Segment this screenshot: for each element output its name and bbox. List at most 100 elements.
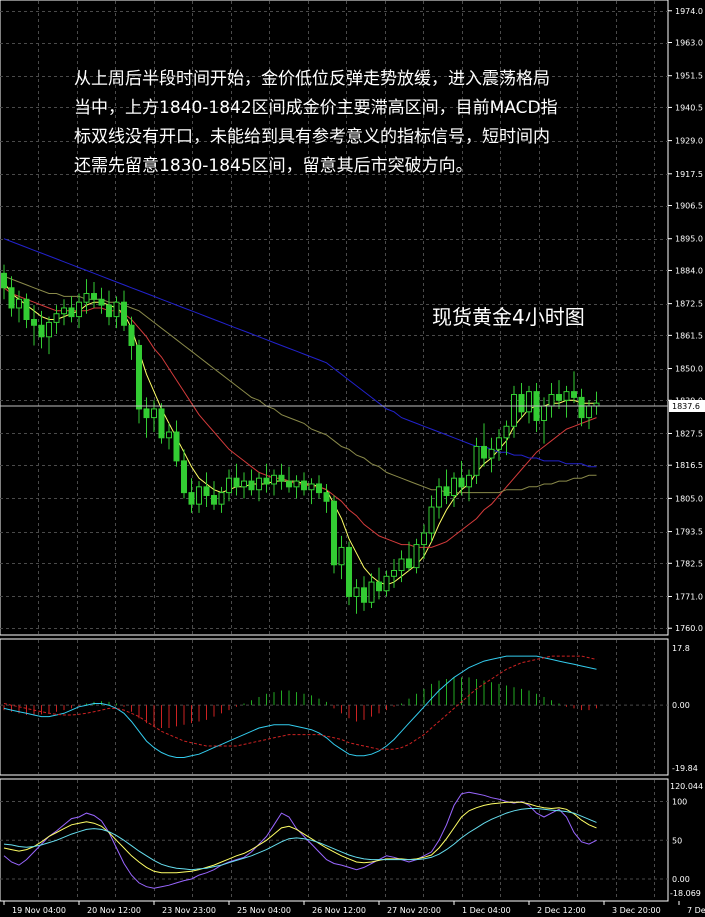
macd-y-tick-label: 17.8: [672, 644, 690, 653]
candle-body-down: [406, 558, 412, 569]
price-y-tick-label: 1884.0: [675, 266, 703, 275]
oscillator-y-tick-label: 100: [672, 798, 687, 807]
candle: [331, 495, 337, 574]
candle-body-down: [38, 324, 45, 338]
candle-body-down: [376, 581, 382, 592]
candle-body-down: [158, 408, 165, 439]
candle-body-up: [391, 570, 397, 577]
candle-body-up: [511, 394, 517, 427]
candle-body-down: [1, 272, 7, 289]
candle-body-down: [346, 546, 352, 597]
candle-body-down: [556, 394, 562, 401]
oscillator-y-tick-label: 0.00: [672, 875, 690, 884]
candle-body-up: [541, 405, 547, 421]
x-tick-label: 2 Dec 12:00: [537, 906, 586, 915]
candle-body-down: [91, 293, 97, 300]
price-y-tick-label: 1861.5: [675, 331, 703, 340]
candle-body-up: [16, 298, 22, 309]
candle-body-up: [586, 405, 592, 419]
candle-body-up: [368, 581, 375, 603]
current-price-tag: 1837.6: [672, 402, 700, 411]
candle-body-down: [443, 486, 450, 497]
candle-body-down: [458, 477, 465, 488]
candle-body-up: [61, 307, 67, 315]
candle-body-down: [263, 477, 270, 485]
chart-title: 现货黄金4小时图: [432, 305, 585, 329]
candle-body-up: [503, 425, 510, 439]
candle-body-up: [256, 477, 262, 491]
candle-body-up: [293, 480, 300, 488]
candle-body-down: [301, 480, 307, 491]
candle-body-down: [278, 474, 285, 482]
annotation-line-3: 标双线没有开口，未能给到具有参考意义的指标信号，短时间内: [74, 127, 550, 147]
candle-body-down: [481, 445, 487, 459]
oscillator-y-tick-label: 50: [672, 836, 682, 845]
candle-body-up: [421, 532, 427, 546]
price-y-tick-label: 1760.0: [675, 624, 703, 633]
candle-body-down: [248, 480, 255, 491]
price-y-tick-label: 1895.0: [675, 235, 703, 244]
annotation-line-2: 当中，上方1840-1842区间成金价主要滞高区间，目前MACD指: [74, 98, 558, 118]
candle: [158, 403, 165, 444]
price-y-tick-label: 1906.5: [675, 202, 703, 211]
candle-body-up: [166, 431, 172, 439]
candle-body-up: [488, 448, 495, 459]
x-tick-label: 1 Dec 04:00: [462, 906, 511, 915]
candle-body-up: [338, 546, 345, 566]
price-y-tick-label: 1974.0: [675, 7, 703, 16]
oscillator-y-tick-label: 120.044: [670, 782, 703, 791]
candle-body-down: [571, 391, 577, 398]
candle-body-up: [398, 558, 405, 572]
candle-body-up: [413, 544, 420, 569]
candle-body-down: [203, 486, 210, 497]
price-y-tick-label: 1940.5: [675, 103, 703, 112]
candle-body-up: [226, 477, 232, 494]
candle-body-down: [173, 431, 180, 462]
candle-body-down: [136, 344, 142, 410]
candle-body-down: [323, 492, 330, 502]
candle-body-down: [121, 301, 127, 326]
candle-body-up: [548, 394, 555, 407]
candle-body-up: [241, 480, 247, 488]
candle-body-down: [31, 319, 37, 326]
x-tick-label: 25 Nov 04:00: [237, 906, 291, 915]
candle-body-up: [473, 445, 480, 476]
candle-body-up: [353, 587, 360, 597]
candle-body-up: [46, 321, 52, 338]
candle-body-up: [196, 486, 202, 505]
price-y-tick-label: 1782.5: [675, 559, 703, 568]
x-tick-label: 20 Nov 12:00: [87, 906, 141, 915]
price-y-tick-label: 1929.0: [675, 137, 703, 146]
candle-body-up: [271, 474, 277, 485]
x-tick-label: 27 Nov 20:00: [387, 906, 441, 915]
x-tick-label: 19 Nov 04:00: [12, 906, 66, 915]
x-tick-label: 23 Nov 23:00: [162, 906, 216, 915]
candle-body-down: [211, 495, 217, 505]
price-y-tick-label: 1827.5: [675, 429, 703, 438]
oscillator-y-tick-label: -18.069: [670, 889, 701, 898]
price-y-tick-label: 1793.5: [675, 528, 703, 537]
candle-body-down: [286, 480, 292, 488]
candle-body-up: [151, 408, 157, 419]
candle-body-down: [143, 408, 150, 419]
price-y-tick-label: 1850.0: [675, 365, 703, 374]
price-y-tick-label: 1872.5: [675, 300, 703, 309]
x-tick-label: 26 Nov 12:00: [312, 906, 366, 915]
candle-body-up: [451, 477, 457, 497]
candle-body-up: [76, 301, 82, 318]
candle-body-down: [181, 460, 187, 494]
candle-body-up: [436, 486, 442, 508]
candle-body-down: [518, 394, 525, 413]
candle-body-down: [331, 500, 337, 566]
price-y-tick-label: 1963.0: [675, 39, 703, 48]
candle-body-down: [128, 324, 135, 346]
candle-body-down: [188, 492, 195, 505]
candle-body-down: [106, 304, 112, 318]
candle-body-up: [218, 492, 225, 505]
price-y-tick-label: 1917.5: [675, 170, 703, 179]
candle-body-down: [578, 396, 585, 419]
macd-y-tick-label: -19.84: [672, 764, 698, 773]
candle-body-up: [496, 437, 502, 450]
candle-body-up: [308, 483, 315, 491]
candle-body-down: [361, 587, 367, 603]
